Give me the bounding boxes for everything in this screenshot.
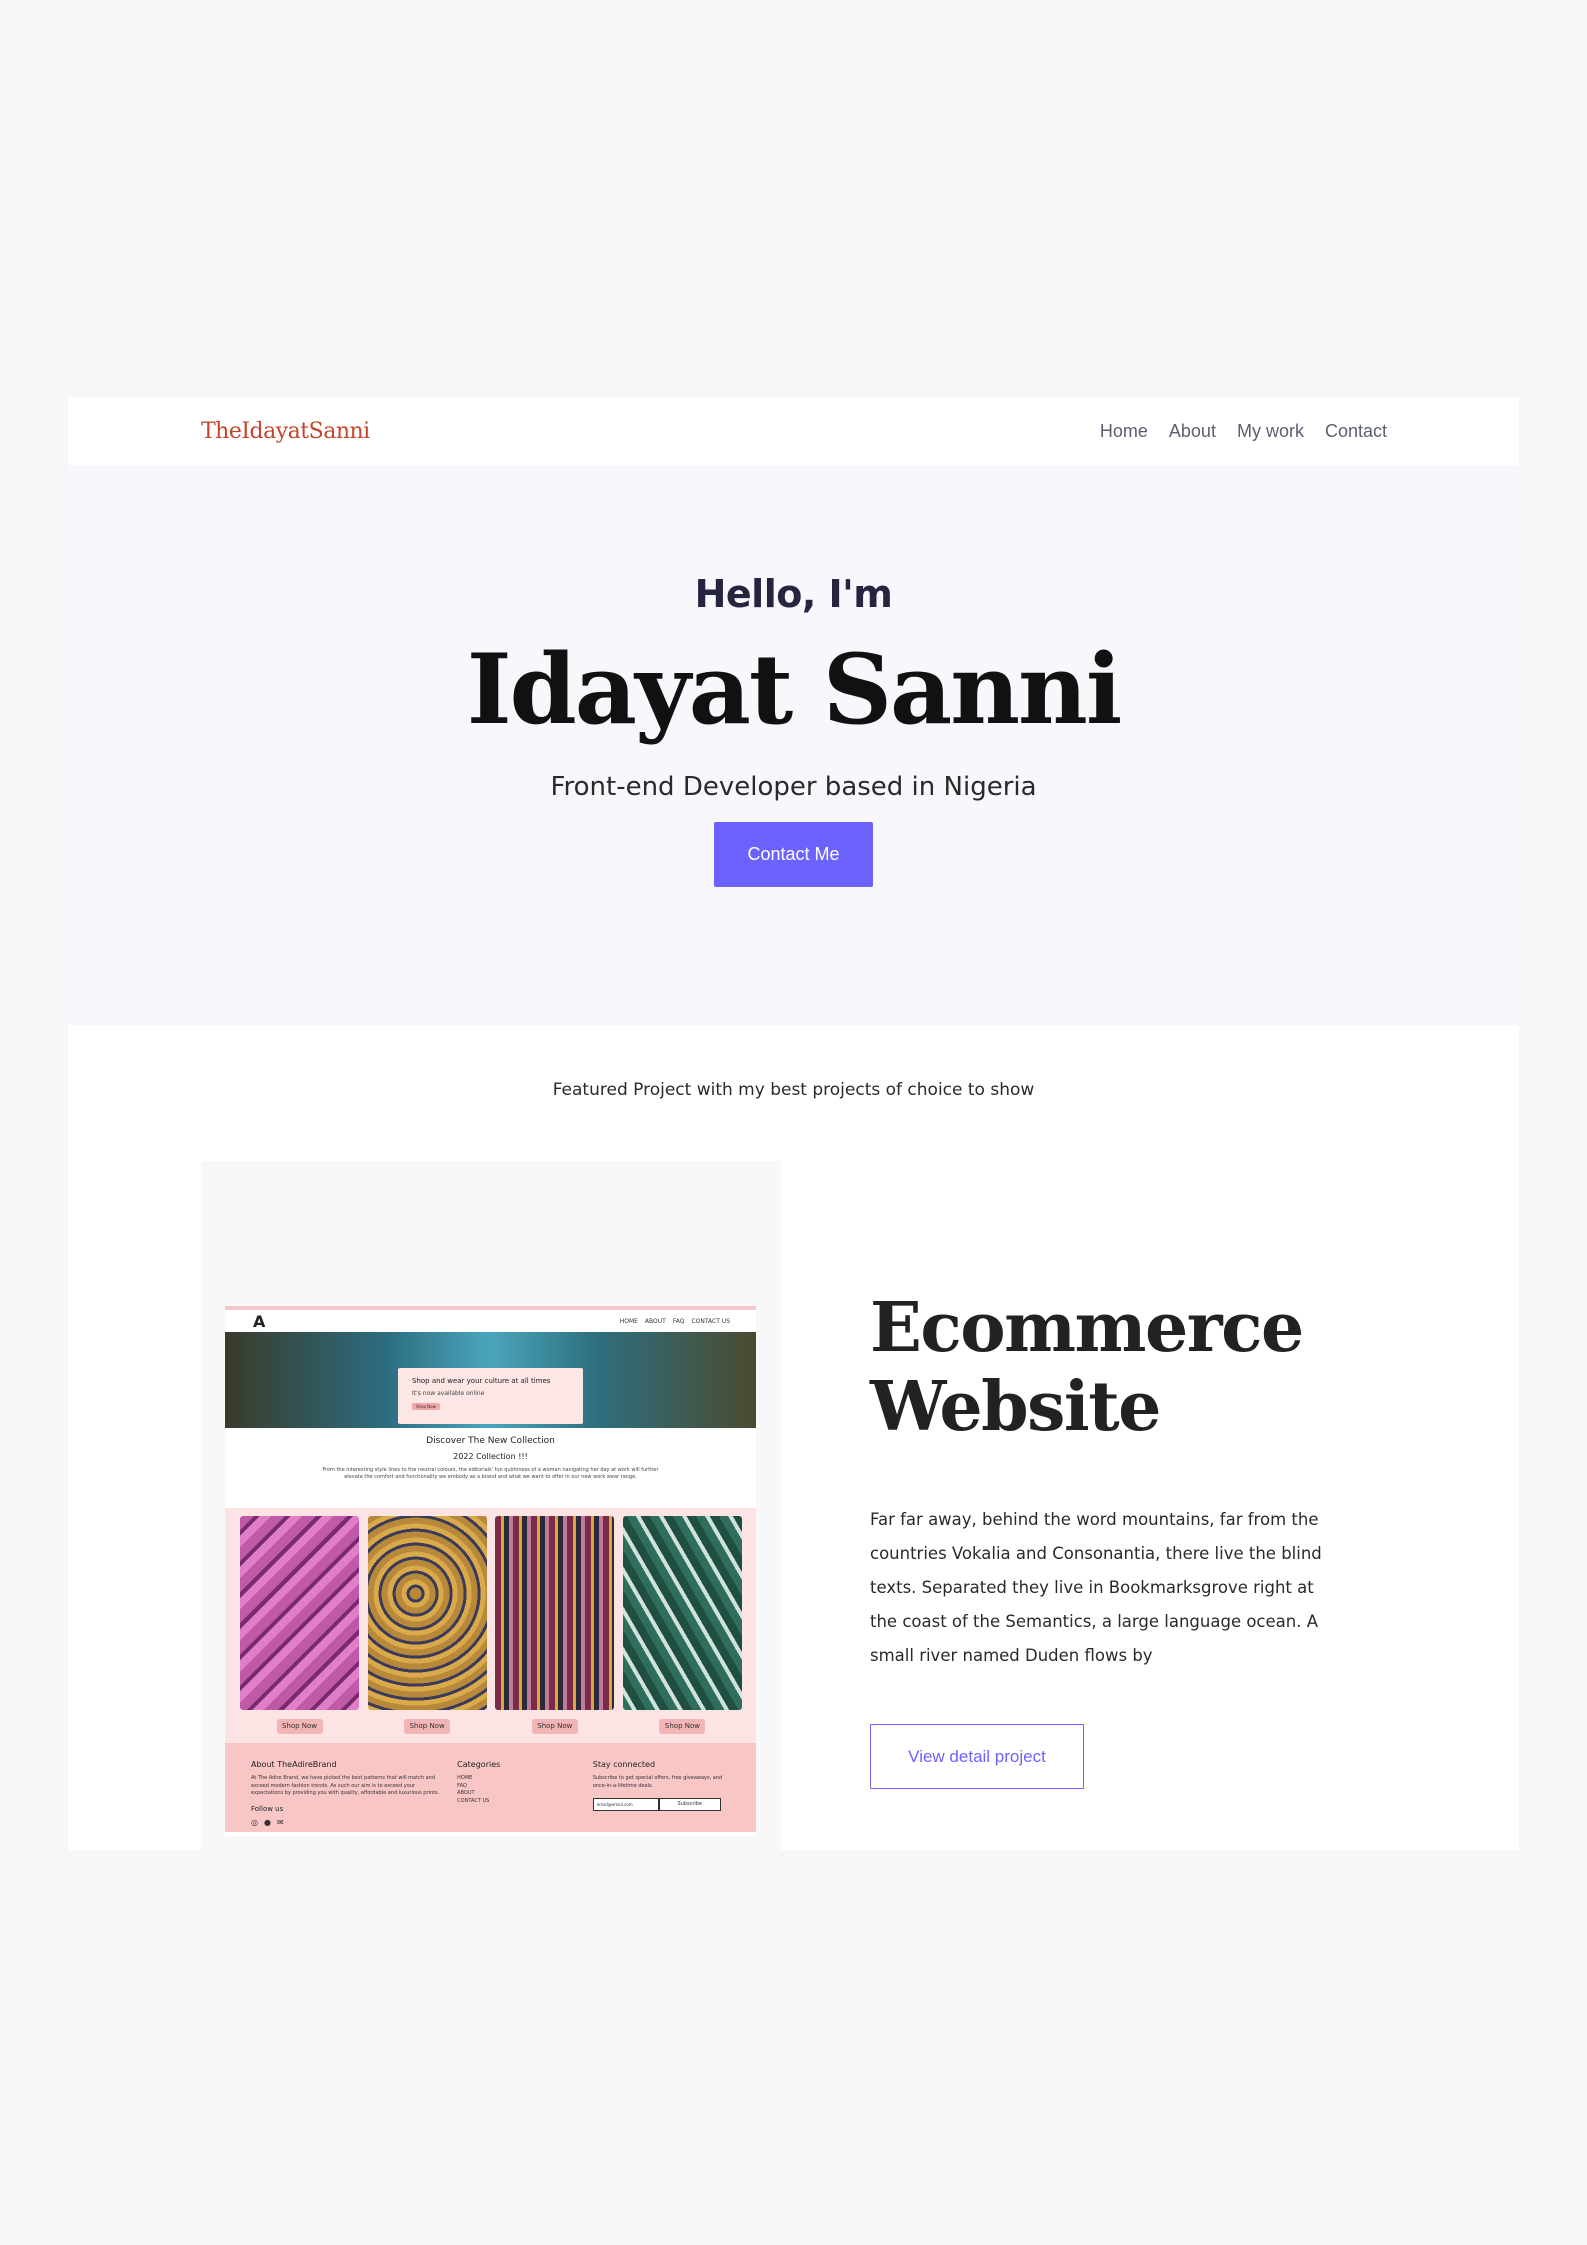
mockup-footer-stay: Stay connected Subscribe to get special … (592, 1759, 730, 1832)
brand-logo[interactable]: TheIdayatSanni (201, 419, 370, 444)
nav-link-home[interactable]: Home (1100, 421, 1148, 442)
hero-name: Idayat Sanni (466, 633, 1123, 746)
product-image (622, 1516, 742, 1710)
mockup-logo-icon: A (253, 1311, 266, 1331)
project-description: Far far away, behind the word mountains,… (870, 1510, 1322, 1665)
mockup-email-field: email@email.com (592, 1798, 659, 1811)
contact-me-button[interactable]: Contact Me (714, 822, 873, 887)
mockup-collection-text: From the interesting style lines to the … (322, 1467, 659, 1480)
navbar: TheIdayatSanni Home About My work Contac… (68, 397, 1519, 465)
mockup-footer-about: About TheAdireBrand At The Adire Brand, … (251, 1759, 443, 1832)
mockup-social-icons: ◎ ● ✉ (251, 1817, 443, 1829)
mockup-collection-title: Discover The New Collection (426, 1436, 555, 1446)
project-title-line1: Ecommerce (870, 1288, 1304, 1368)
mockup-subscribe-row: email@email.com Subscribe (592, 1798, 730, 1811)
mockup-footer-categories: Categories HOME FAQ ABOUT CONTACT US (457, 1759, 579, 1832)
page-frame: TheIdayatSanni Home About My work Contac… (68, 397, 1519, 1850)
mockup-footer-categories-title: Categories (457, 1760, 501, 1769)
mockup-nav-item: FAQ (672, 1317, 685, 1325)
view-detail-project-button[interactable]: View detail project (870, 1724, 1084, 1789)
mockup-category-item: CONTACT US (457, 1797, 490, 1804)
mockup-hero-subtitle: It's now available online (412, 1390, 485, 1397)
mockup-nav-item: CONTACT US (691, 1317, 730, 1325)
mockup-category-item: HOME (457, 1775, 473, 1781)
mockup-category-item: FAQ (457, 1782, 467, 1789)
mockup-nav-item: ABOUT (644, 1317, 666, 1325)
mockup-product: Shop Now (622, 1516, 742, 1743)
mockup-hero-banner: Shop and wear your culture at all times … (225, 1332, 756, 1428)
mockup-shop-button: Shop Now (531, 1719, 578, 1734)
project-title: Ecommerce Website (870, 1288, 1304, 1447)
mockup-hero-button: Shop Now (412, 1403, 440, 1410)
mockup-footer-stay-text: Subscribe to get special offers, free gi… (592, 1775, 723, 1789)
mockup-hero-title: Shop and wear your culture at all times (412, 1377, 551, 1385)
mockup-category-item: ABOUT (457, 1790, 475, 1796)
nav-link-my-work[interactable]: My work (1237, 421, 1304, 442)
mockup-nav-links: HOME ABOUT FAQ CONTACT US (620, 1318, 730, 1325)
mockup-footer-stay-title: Stay connected (592, 1760, 656, 1769)
instagram-icon: ◎ (251, 1818, 258, 1827)
project-screenshot: A HOME ABOUT FAQ CONTACT US Shop and wea… (225, 1306, 756, 1836)
mockup-footer: About TheAdireBrand At The Adire Brand, … (225, 1743, 756, 1832)
mockup-hero-card: Shop and wear your culture at all times … (398, 1368, 583, 1424)
mockup-products: Shop Now Shop Now Shop Now Shop Now (225, 1508, 756, 1743)
hero-greeting: Hello, I'm (694, 572, 893, 616)
mockup-navbar: A HOME ABOUT FAQ CONTACT US (225, 1306, 756, 1332)
hero-subtitle: Front-end Developer based in Nigeria (550, 772, 1037, 802)
hero-section: Hello, I'm Idayat Sanni Front-end Develo… (68, 465, 1519, 1025)
product-image (367, 1516, 487, 1710)
mockup-collection: Discover The New Collection 2022 Collect… (225, 1428, 756, 1508)
nav-link-contact[interactable]: Contact (1325, 421, 1387, 442)
featured-heading: Featured Project with my best projects o… (552, 1080, 1035, 1100)
nav-links: Home About My work Contact (1100, 421, 1387, 442)
mockup-product: Shop Now (240, 1516, 359, 1743)
mockup-shop-button: Shop Now (659, 1719, 706, 1734)
mockup-subscribe-button: Subscribe (658, 1798, 721, 1811)
mockup-shop-button: Shop Now (276, 1719, 323, 1734)
mockup-footer-about-text: At The Adire Brand, we have picked the b… (251, 1775, 440, 1796)
featured-section: Featured Project with my best projects o… (68, 1025, 1519, 1850)
project-image: A HOME ABOUT FAQ CONTACT US Shop and wea… (201, 1161, 781, 1850)
facebook-icon: ● (263, 1818, 271, 1827)
mail-icon: ✉ (276, 1818, 284, 1827)
mockup-product: Shop Now (367, 1516, 487, 1743)
mockup-nav-item: HOME (619, 1317, 638, 1325)
project-title-line2: Website (870, 1367, 1161, 1447)
mockup-collection-year: 2022 Collection !!! (453, 1452, 528, 1461)
product-image (240, 1516, 359, 1710)
mockup-product: Shop Now (495, 1516, 615, 1743)
product-image (495, 1516, 615, 1710)
mockup-follow-label: Follow us (251, 1804, 284, 1813)
nav-link-about[interactable]: About (1169, 421, 1216, 442)
mockup-footer-about-title: About TheAdireBrand (251, 1760, 337, 1769)
mockup-shop-button: Shop Now (404, 1719, 451, 1734)
